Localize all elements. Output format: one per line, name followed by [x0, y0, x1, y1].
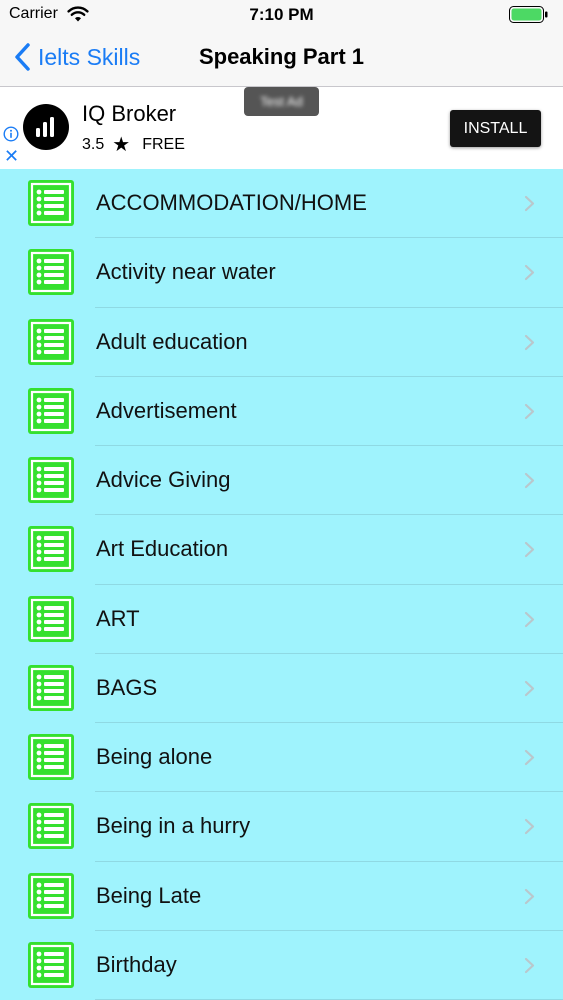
- list-item[interactable]: Activity near water: [0, 238, 563, 308]
- chevron-right-icon: [524, 334, 535, 350]
- list-icon: [28, 457, 74, 503]
- clock: 7:10 PM: [249, 5, 314, 24]
- ad-label-text: Test Ad: [260, 94, 303, 109]
- list-item-label: Being in a hurry: [96, 813, 251, 839]
- battery-icon: [509, 6, 548, 23]
- chevron-right-icon: [524, 611, 535, 627]
- list-item[interactable]: Birthday: [0, 931, 563, 1000]
- navigation-bar: Ielts Skills Speaking Part 1: [0, 30, 563, 87]
- chevron-right-icon: [524, 265, 535, 281]
- list-item-label: Being alone: [96, 744, 213, 769]
- list-item-label: Activity near water: [96, 259, 276, 285]
- list-icon: [28, 249, 74, 296]
- star-icon: ★: [112, 134, 131, 156]
- status-bar: Carrier 7:10 PM: [0, 0, 563, 30]
- list-icon: [28, 941, 74, 988]
- list-item-label: Being Late: [96, 882, 202, 908]
- list-icon: [28, 595, 74, 642]
- chevron-right-icon: [524, 403, 535, 419]
- list-icon: [28, 387, 74, 434]
- list-icon: [28, 734, 74, 780]
- list-icon: [28, 318, 74, 365]
- list-icon: [28, 664, 74, 711]
- ad-rating-value: 3.5: [82, 136, 105, 153]
- close-icon[interactable]: ✕: [4, 147, 19, 165]
- back-button[interactable]: Ielts Skills: [14, 40, 140, 74]
- chevron-right-icon: [524, 195, 535, 212]
- ad-price: FREE: [142, 136, 185, 153]
- ad-rating: 3.5 ★ FREE: [82, 134, 185, 156]
- list-item[interactable]: Advertisement: [0, 377, 563, 447]
- list-item-label: Adult education: [96, 328, 248, 354]
- back-label: Ielts Skills: [38, 43, 141, 70]
- list-icon: [28, 872, 74, 919]
- list-item[interactable]: Art Education: [0, 515, 563, 585]
- info-icon[interactable]: [3, 126, 19, 142]
- chevron-right-icon: [524, 819, 535, 835]
- list-item-label: ART: [96, 605, 140, 631]
- chevron-left-icon: [15, 43, 30, 71]
- list-icon: [28, 180, 74, 226]
- list-item[interactable]: Being alone: [0, 723, 563, 793]
- app-logo-icon: [23, 104, 69, 150]
- list-item-label: BAGS: [96, 674, 158, 700]
- list-item[interactable]: Being Late: [0, 862, 563, 932]
- ad-app-name: IQ Broker: [82, 101, 177, 126]
- list-item[interactable]: ACCOMMODATION/HOME: [0, 169, 563, 239]
- list-item-label: Advertisement: [96, 397, 237, 423]
- topic-list: ACCOMMODATION/HOME Activity near water A…: [0, 169, 563, 1000]
- install-button[interactable]: INSTALL: [450, 110, 541, 147]
- chevron-right-icon: [524, 542, 535, 558]
- list-item-label: Advice Giving: [96, 467, 231, 492]
- list-item[interactable]: Adult education: [0, 308, 563, 378]
- list-icon: [28, 526, 74, 573]
- chevron-right-icon: [524, 472, 535, 489]
- chevron-right-icon: [524, 749, 535, 766]
- list-item-label: ACCOMMODATION/HOME: [96, 190, 367, 215]
- list-item[interactable]: BAGS: [0, 654, 563, 724]
- ad-label-badge: Test Ad: [244, 87, 319, 116]
- list-item-label: Birthday: [96, 951, 177, 977]
- chevron-right-icon: [524, 888, 535, 904]
- chevron-right-icon: [524, 957, 535, 973]
- chevron-right-icon: [524, 680, 535, 696]
- list-item[interactable]: Being in a hurry: [0, 792, 563, 862]
- list-item[interactable]: ART: [0, 585, 563, 655]
- list-item-label: Art Education: [96, 536, 229, 562]
- list-icon: [28, 803, 74, 850]
- list-item[interactable]: Advice Giving: [0, 446, 563, 516]
